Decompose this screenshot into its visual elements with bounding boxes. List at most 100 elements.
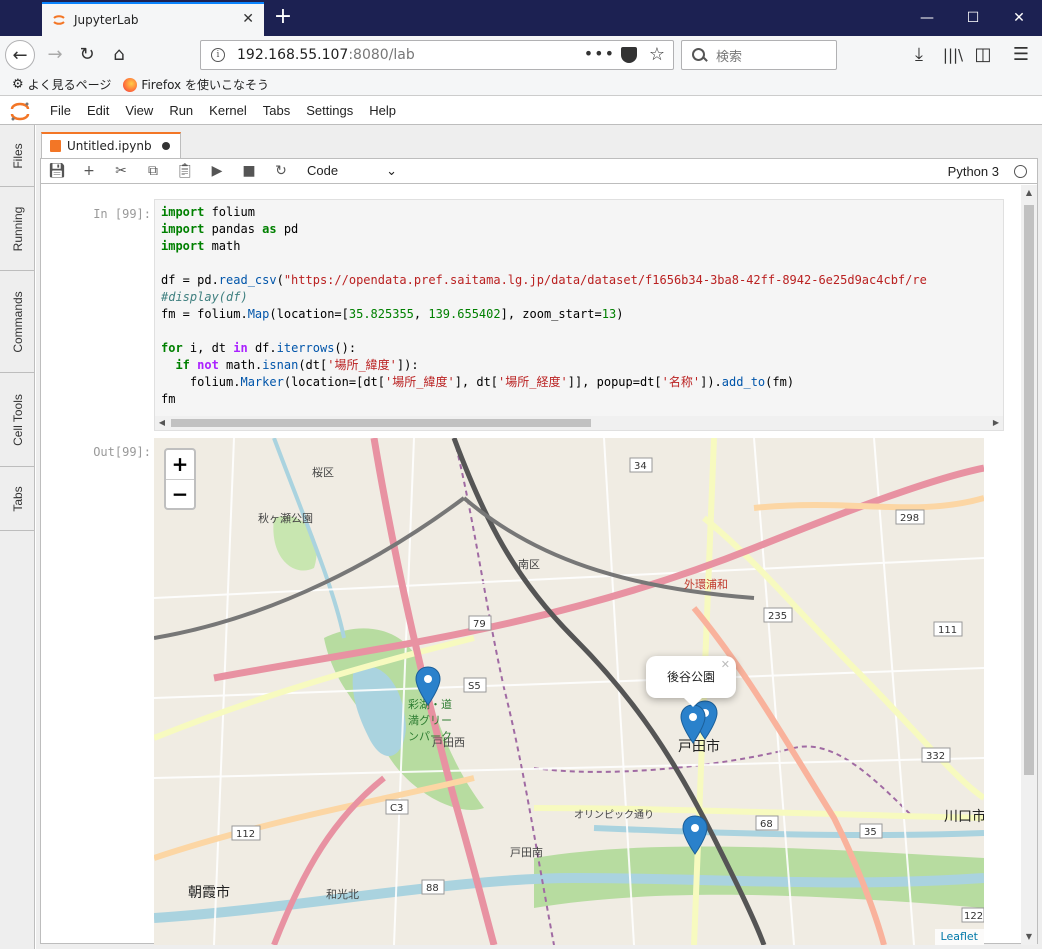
hamburger-menu-icon[interactable]: ☰ — [1006, 40, 1036, 70]
main-dock-area: Untitled.ipynb 💾︎ + ✂ ⧉ 📋︎ ▶ ■ ↻ Code ⌄ … — [36, 125, 1042, 949]
map-label: 南区 — [518, 558, 540, 571]
sidebar-toggle-icon[interactable]: ◫ — [968, 40, 998, 70]
menu-help[interactable]: Help — [361, 103, 404, 118]
bookmark-star-icon[interactable]: ☆ — [649, 44, 665, 65]
stop-icon[interactable]: ■ — [233, 159, 265, 183]
folium-map[interactable]: 34 79 S5 C3 112 88 68 35 235 298 111 332… — [154, 438, 984, 945]
cell-type-select[interactable]: Code ⌄ — [307, 163, 397, 179]
map-label: 朝霞市 — [188, 885, 230, 901]
scrollbar-thumb[interactable] — [171, 419, 591, 427]
library-icon[interactable]: |||\ — [938, 40, 968, 70]
sidebar-tab-running[interactable]: Running — [0, 187, 35, 271]
scroll-right-icon[interactable]: ▶ — [989, 416, 1003, 430]
back-arrow-icon[interactable]: ← — [5, 40, 35, 70]
scroll-left-icon[interactable]: ◀ — [155, 416, 169, 430]
maximize-icon[interactable]: ☐ — [950, 0, 996, 36]
menu-tabs[interactable]: Tabs — [255, 103, 298, 118]
search-input[interactable]: 検索 — [681, 40, 837, 70]
map-label: 和光北 — [326, 888, 359, 901]
code-line: df = pd.read_csv("https://opendata.pref.… — [161, 273, 927, 287]
bookmarks-toolbar: ⚙ よく見るページ Firefox を使いこなそう — [0, 74, 1042, 96]
map-label: オリンピック通り — [574, 810, 654, 821]
search-icon — [692, 48, 706, 62]
scroll-up-icon[interactable]: ▲ — [1021, 185, 1037, 201]
sidebar-tab-cell-tools[interactable]: Cell Tools — [0, 373, 35, 467]
horizontal-scrollbar[interactable]: ◀ ▶ — [155, 416, 1003, 430]
scrollbar-thumb[interactable] — [1024, 205, 1034, 775]
menu-settings[interactable]: Settings — [298, 103, 361, 118]
notebook-icon — [50, 140, 61, 152]
window-close-icon[interactable]: ✕ — [996, 0, 1042, 36]
notebook-tab[interactable]: Untitled.ipynb — [41, 132, 181, 158]
notebook-panel: 💾︎ + ✂ ⧉ 📋︎ ▶ ■ ↻ Code ⌄ Python 3 In [99… — [40, 158, 1038, 945]
firefox-icon — [123, 77, 138, 92]
svg-text:34: 34 — [634, 461, 647, 472]
bookmark-firefox-tips[interactable]: Firefox を使いこなそう — [123, 76, 269, 93]
svg-text:298: 298 — [900, 513, 919, 524]
vertical-scrollbar[interactable]: ▲ ▼ — [1021, 185, 1037, 945]
cut-icon[interactable]: ✂ — [105, 159, 137, 183]
menu-file[interactable]: File — [42, 103, 79, 118]
menu-view[interactable]: View — [117, 103, 161, 118]
url-bar[interactable]: i 192.168.55.107:8080/lab ••• ☆ — [200, 40, 674, 70]
download-icon[interactable]: ⤓ — [904, 40, 934, 70]
code-text[interactable]: import folium import pandas as pd import… — [161, 204, 927, 408]
zoom-out-button[interactable]: − — [166, 479, 194, 508]
close-tab-icon[interactable]: ✕ — [242, 11, 254, 27]
sidebar-tab-files[interactable]: Files — [0, 125, 35, 187]
info-icon[interactable]: i — [211, 48, 225, 62]
sidebar-tab-label: Commands — [10, 290, 25, 353]
svg-text:122: 122 — [964, 911, 983, 922]
zoom-in-button[interactable]: + — [166, 450, 194, 479]
page-actions-icon[interactable]: ••• — [584, 44, 615, 63]
gear-icon: ⚙ — [12, 77, 24, 92]
jupyter-logo-icon — [53, 15, 65, 25]
copy-icon[interactable]: ⧉ — [137, 159, 169, 183]
bookmark-most-visited[interactable]: ⚙ よく見るページ — [12, 76, 111, 93]
code-cell-editor[interactable]: import folium import pandas as pd import… — [154, 199, 1004, 431]
browser-titlebar: JupyterLab ✕ + — ☐ ✕ — [0, 0, 1042, 36]
chevron-down-icon: ⌄ — [386, 163, 397, 178]
svg-text:C3: C3 — [390, 803, 403, 814]
cell-type-value: Code — [307, 163, 339, 178]
save-icon[interactable]: 💾︎ — [41, 159, 73, 183]
home-icon[interactable]: ⌂ — [104, 40, 134, 70]
sidebar-tab-label: Running — [10, 206, 25, 251]
map-marker[interactable] — [415, 666, 441, 706]
popup-text: 後谷公園 — [666, 670, 715, 684]
scroll-down-icon[interactable]: ▼ — [1021, 929, 1037, 945]
minimize-icon[interactable]: — — [904, 0, 950, 36]
unsaved-dot-icon[interactable] — [162, 142, 170, 150]
url-text[interactable]: 192.168.55.107:8080/lab — [237, 47, 415, 63]
map-marker[interactable] — [680, 704, 706, 744]
leaflet-attribution[interactable]: Leaflet — [934, 929, 984, 945]
new-tab-icon[interactable]: + — [270, 4, 296, 32]
popup-close-icon[interactable]: ✕ — [721, 644, 730, 686]
browser-tab[interactable]: JupyterLab ✕ — [42, 2, 264, 36]
kernel-name[interactable]: Python 3 — [948, 164, 999, 179]
jupyter-logo-icon — [10, 102, 30, 120]
restart-icon[interactable]: ↻ — [265, 159, 297, 183]
reload-icon[interactable]: ↻ — [72, 40, 102, 70]
menu-run[interactable]: Run — [161, 103, 201, 118]
svg-text:68: 68 — [760, 819, 773, 830]
marker-popup: 後谷公園 ✕ — [646, 656, 736, 707]
pocket-icon[interactable] — [621, 47, 637, 63]
menu-kernel[interactable]: Kernel — [201, 103, 255, 118]
add-cell-icon[interactable]: + — [73, 159, 105, 183]
notebook-toolbar: 💾︎ + ✂ ⧉ 📋︎ ▶ ■ ↻ Code ⌄ Python 3 — [41, 159, 1037, 184]
jupyter-menubar: File Edit View Run Kernel Tabs Settings … — [0, 97, 1042, 125]
code-line: folium.Marker(location=[dt['場所_緯度'], dt[… — [161, 375, 795, 389]
forward-arrow-icon[interactable]: → — [40, 40, 70, 70]
sidebar-tab-tabs[interactable]: Tabs — [0, 467, 35, 531]
code-line: import math — [161, 239, 241, 253]
paste-icon[interactable]: 📋︎ — [169, 159, 201, 183]
svg-text:79: 79 — [473, 619, 486, 630]
menu-edit[interactable]: Edit — [79, 103, 117, 118]
code-line: #display(df) — [161, 290, 248, 304]
map-marker[interactable] — [682, 815, 708, 855]
code-line: if not math.isnan(dt['場所_緯度']): — [175, 358, 419, 372]
run-icon[interactable]: ▶ — [201, 159, 233, 183]
notebook-tab-title: Untitled.ipynb — [67, 139, 152, 153]
sidebar-tab-commands[interactable]: Commands — [0, 271, 35, 373]
